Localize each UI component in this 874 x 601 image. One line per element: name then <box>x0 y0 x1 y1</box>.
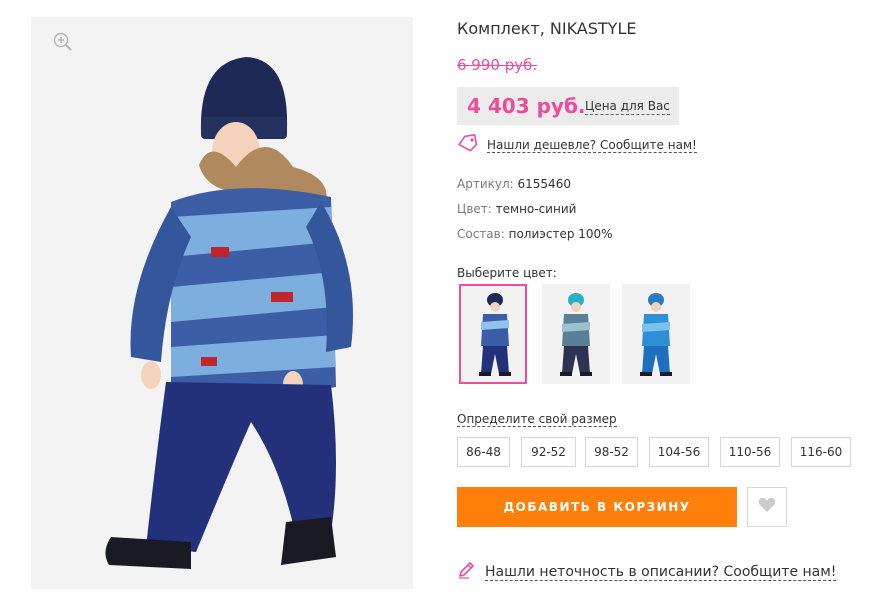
heart-icon <box>758 497 776 517</box>
color-picker-label: Выберите цвет: <box>457 266 557 280</box>
zoom-in-icon[interactable] <box>52 31 74 53</box>
size-option[interactable]: 110-56 <box>720 437 780 467</box>
spec-key: Артикул: <box>457 177 514 191</box>
size-option[interactable]: 116-60 <box>791 437 851 467</box>
product-title: Комплект, NIKASTYLE <box>457 19 637 38</box>
found-cheaper-text: Нашли дешевле? Сообщите нам! <box>487 137 697 153</box>
size-option[interactable]: 104-56 <box>649 437 709 467</box>
old-price: 6 990 руб. <box>457 56 538 74</box>
color-swatch-blue[interactable] <box>622 284 690 384</box>
spec-key: Состав: <box>457 227 505 241</box>
size-option[interactable]: 92-52 <box>521 437 576 467</box>
product-photo[interactable] <box>31 17 413 589</box>
spec-article: Артикул: 6155460 <box>457 177 571 191</box>
price-note-link[interactable]: Цена для Вас <box>585 99 670 115</box>
found-cheaper-link[interactable]: Нашли дешевле? Сообщите нам! <box>457 133 697 156</box>
spec-composition: Состав: полиэстер 100% <box>457 227 613 241</box>
report-inaccuracy-link[interactable]: Нашли неточность в описании? Сообщите на… <box>457 560 837 584</box>
spec-color: Цвет: темно-синий <box>457 202 576 216</box>
product-image-child-in-snowsuit <box>31 17 413 589</box>
pencil-icon <box>457 560 475 584</box>
spec-value: темно-синий <box>495 202 577 216</box>
size-option[interactable]: 86-48 <box>457 437 510 467</box>
color-swatch-grey-print[interactable] <box>542 284 610 384</box>
price-tag-icon <box>457 133 479 156</box>
size-guide-link[interactable]: Определите свой размер <box>457 412 617 427</box>
wishlist-button[interactable] <box>747 487 787 527</box>
spec-value: 6155460 <box>517 177 571 191</box>
price-box: 4 403 руб. Цена для Вас <box>457 87 679 125</box>
add-to-cart-button[interactable]: ДОБАВИТЬ В КОРЗИНУ <box>457 487 737 527</box>
spec-key: Цвет: <box>457 202 492 216</box>
spec-value: полиэстер 100% <box>508 227 613 241</box>
size-option[interactable]: 98-52 <box>585 437 638 467</box>
color-swatch-dark-blue[interactable] <box>459 284 527 384</box>
report-inaccuracy-text: Нашли неточность в описании? Сообщите на… <box>485 563 837 581</box>
current-price: 4 403 руб. <box>467 94 586 118</box>
